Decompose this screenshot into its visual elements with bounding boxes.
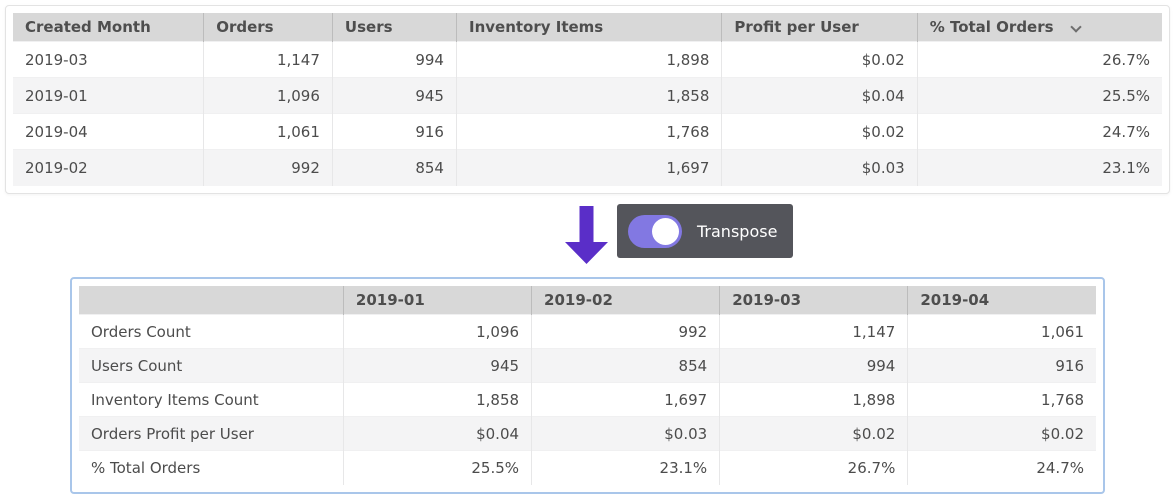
value-cell: 23.1% [917, 150, 1162, 186]
row-label-cell: Inventory Items Count [79, 383, 343, 417]
transpose-arrow-down-icon [565, 206, 608, 264]
value-cell: 854 [332, 150, 456, 186]
table-row: 2019-031,1479941,898$0.0226.7% [13, 42, 1162, 78]
value-cell: $0.03 [722, 150, 917, 186]
column-header-label: 2019-04 [920, 291, 989, 309]
value-cell: 26.7% [720, 451, 908, 485]
value-cell: 1,096 [204, 78, 333, 114]
header-row: 2019-01 2019-02 2019-03 2019-04 [79, 286, 1096, 315]
chevron-down-icon[interactable] [1070, 21, 1081, 32]
row-label-cell: 2019-03 [13, 42, 204, 78]
column-header: 2019-02 [532, 286, 720, 315]
value-cell: $0.04 [343, 417, 531, 451]
value-cell: 1,898 [456, 42, 721, 78]
value-cell: 26.7% [917, 42, 1162, 78]
column-header [79, 286, 343, 315]
column-header[interactable]: Created Month [13, 13, 204, 42]
column-header-label: % Total Orders [930, 18, 1054, 36]
value-cell: $0.02 [722, 42, 917, 78]
value-cell: 992 [532, 315, 720, 349]
value-cell: $0.03 [532, 417, 720, 451]
source-table: Created Month Orders Users Inventory Items P… [13, 13, 1162, 186]
table-row: 2019-011,0969451,858$0.0425.5% [13, 78, 1162, 114]
toggle-knob [652, 218, 679, 245]
column-header-label: Orders [216, 18, 273, 36]
value-cell: 1,898 [720, 383, 908, 417]
value-cell: 1,697 [532, 383, 720, 417]
table-row: Inventory Items Count1,8581,6971,8981,76… [79, 383, 1096, 417]
value-cell: 1,768 [456, 114, 721, 150]
column-header-label: Profit per User [734, 18, 858, 36]
value-cell: 23.1% [532, 451, 720, 485]
column-header: 2019-03 [720, 286, 908, 315]
table-row: 2019-029928541,697$0.0323.1% [13, 150, 1162, 186]
value-cell: 1,096 [343, 315, 531, 349]
table-row: 2019-041,0619161,768$0.0224.7% [13, 114, 1162, 150]
transposed-table: 2019-01 2019-02 2019-03 2019-04 Orders Count… [79, 286, 1096, 485]
column-header: 2019-01 [343, 286, 531, 315]
value-cell: $0.02 [722, 114, 917, 150]
value-cell: $0.02 [908, 417, 1096, 451]
table-row: Orders Count1,0969921,1471,061 [79, 315, 1096, 349]
value-cell: 994 [332, 42, 456, 78]
table-row: Orders Profit per User$0.04$0.03$0.02$0.… [79, 417, 1096, 451]
value-cell: 945 [343, 349, 531, 383]
column-header-label: 2019-02 [544, 291, 613, 309]
column-header-label: 2019-01 [356, 291, 425, 309]
row-label-cell: 2019-01 [13, 78, 204, 114]
column-header: 2019-04 [908, 286, 1096, 315]
transposed-table-card: 2019-01 2019-02 2019-03 2019-04 Orders Count… [70, 277, 1105, 494]
column-header[interactable]: % Total Orders [917, 13, 1162, 42]
value-cell: 1,061 [908, 315, 1096, 349]
row-label-cell: Orders Count [79, 315, 343, 349]
source-table-card: Created Month Orders Users Inventory Items P… [5, 5, 1170, 194]
column-header-label: Created Month [25, 18, 151, 36]
value-cell: 1,147 [204, 42, 333, 78]
value-cell: 25.5% [917, 78, 1162, 114]
value-cell: 25.5% [343, 451, 531, 485]
transpose-control[interactable]: Transpose [617, 204, 793, 258]
column-header-label: Inventory Items [469, 18, 603, 36]
value-cell: 1,768 [908, 383, 1096, 417]
row-label-cell: % Total Orders [79, 451, 343, 485]
value-cell: $0.04 [722, 78, 917, 114]
transpose-toggle[interactable] [628, 215, 682, 248]
value-cell: 854 [532, 349, 720, 383]
column-header-label: Users [345, 18, 393, 36]
value-cell: 1,697 [456, 150, 721, 186]
value-cell: 992 [204, 150, 333, 186]
row-label-cell: Users Count [79, 349, 343, 383]
value-cell: 24.7% [908, 451, 1096, 485]
column-header[interactable]: Users [332, 13, 456, 42]
column-header[interactable]: Orders [204, 13, 333, 42]
value-cell: 916 [332, 114, 456, 150]
table-row: Users Count945854994916 [79, 349, 1096, 383]
value-cell: 916 [908, 349, 1096, 383]
value-cell: 994 [720, 349, 908, 383]
value-cell: 1,147 [720, 315, 908, 349]
column-header[interactable]: Profit per User [722, 13, 917, 42]
table-row: % Total Orders25.5%23.1%26.7%24.7% [79, 451, 1096, 485]
value-cell: $0.02 [720, 417, 908, 451]
value-cell: 1,858 [456, 78, 721, 114]
value-cell: 1,061 [204, 114, 333, 150]
value-cell: 1,858 [343, 383, 531, 417]
transpose-label: Transpose [697, 222, 777, 241]
row-label-cell: Orders Profit per User [79, 417, 343, 451]
row-label-cell: 2019-02 [13, 150, 204, 186]
header-row: Created Month Orders Users Inventory Items P… [13, 13, 1162, 42]
column-header[interactable]: Inventory Items [456, 13, 721, 42]
value-cell: 24.7% [917, 114, 1162, 150]
row-label-cell: 2019-04 [13, 114, 204, 150]
column-header-label: 2019-03 [732, 291, 801, 309]
value-cell: 945 [332, 78, 456, 114]
